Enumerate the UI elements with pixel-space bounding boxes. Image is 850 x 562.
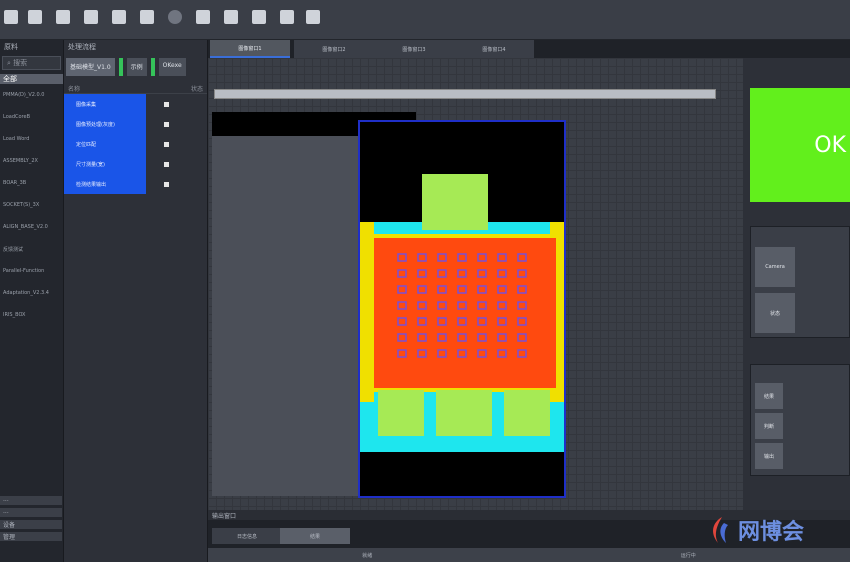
sidebar-item[interactable]: ALIGN_BASE_V2.0 [0,216,63,238]
tab-image-3[interactable]: 图像窗口3 [374,40,454,58]
sidebar-item[interactable]: LoadCoreB [0,106,63,128]
process-tabs: 基础模型_V1.0 示例 OKexe [66,58,205,76]
ok-result-indicator: OK [750,88,850,202]
process-row[interactable]: 图像采集 [64,94,207,114]
top-pad [422,174,488,230]
tab-image-2[interactable]: 图像窗口2 [294,40,374,58]
output-table: 结果 判断 输出 [750,364,850,476]
output-cell[interactable]: 输出 [755,443,783,469]
circle-icon[interactable] [168,10,182,24]
grid-icon[interactable] [196,10,210,24]
status-indicator [118,58,123,76]
image-gray-region [212,136,358,496]
tab-example[interactable]: 示例 [126,58,147,76]
process-row[interactable]: 尺寸测量(宽) [64,154,207,174]
checkbox[interactable] [164,101,169,107]
process-row-label: 图像预处理(灰度) [64,114,146,134]
upload-icon[interactable] [112,10,126,24]
process-panel-title: 处理流程 [68,43,96,51]
board-drawing [360,174,564,452]
sidebar-bottom-item[interactable]: 管理 [0,532,62,542]
status-cell[interactable]: 状态 [755,293,795,333]
sidebar-left-title: 原料 [4,43,18,51]
watermark-logo-icon [713,517,728,543]
status-indicator [150,58,155,76]
sidebar-item[interactable]: PMMA(D)_V2.0.0 [0,84,63,106]
judge-cell[interactable]: 判断 [755,413,783,439]
sidebar-item[interactable]: 反馈测试 [0,238,63,260]
tab-log[interactable]: 日志信息 [212,528,282,544]
search-placeholder: 搜索 [13,59,28,67]
checkbox[interactable] [164,181,169,187]
checkbox[interactable] [164,121,169,127]
bottom-pad-left [378,390,424,436]
sidebar-item[interactable]: ASSEMBLY_2X [0,150,63,172]
bottom-pad-middle [436,390,492,436]
sidebar-bottom-item[interactable]: ... [0,496,62,506]
tab-result[interactable]: 结果 [280,528,350,544]
main-toolbar [0,0,850,40]
process-row[interactable]: 检测结果输出 [64,174,207,194]
process-row-label: 检测结果输出 [64,174,146,194]
camera-cell[interactable]: Camera [755,247,795,287]
zoom-in-icon[interactable] [280,10,294,24]
folder-icon[interactable] [56,10,70,24]
watermark-text: 网博会 [738,520,805,545]
checkbox[interactable] [164,161,169,167]
sidebar-item[interactable]: IRIS_BOX [0,304,63,326]
horizontal-scrollbar[interactable] [214,89,716,99]
sidebar-bottom-item[interactable]: ... [0,508,62,518]
sidebar-item[interactable]: Adaptation_V2.3.4 [0,282,63,304]
result-cell[interactable]: 结果 [755,383,783,409]
process-row-label: 尺寸测量(宽) [64,154,146,174]
header-status: 状态 [190,86,203,93]
search-input[interactable]: ⌕ 搜索 [2,56,61,70]
move-icon[interactable] [252,10,266,24]
sidebar-selected-item[interactable]: 全部 [0,74,63,84]
tab-model[interactable]: 基础模型_V1.0 [66,58,115,76]
process-row[interactable]: 图像预处理(灰度) [64,114,207,134]
process-row-label: 图像采集 [64,94,146,114]
sidebar-item[interactable]: BOAR_3B [0,172,63,194]
save-icon[interactable] [4,10,18,24]
inspection-image [358,120,566,498]
camera-table: Camera 状态 [750,226,850,338]
tab-okexe[interactable]: OKexe [158,58,186,76]
process-list-header: 名称 状态 [64,82,207,94]
tab-image-1[interactable]: 图像窗口1 [210,40,290,58]
process-panel: 处理流程 基础模型_V1.0 示例 OKexe 名称 状态 图像采集 图像预处理… [64,40,208,562]
status-bar: 就绪 运行中 [208,548,850,562]
stack-icon[interactable] [224,10,238,24]
process-row[interactable]: 定位匹配 [64,134,207,154]
sidebar-item[interactable]: SOCKET(S)_3X [0,194,63,216]
process-row-label: 定位匹配 [64,134,146,154]
header-name: 名称 [68,86,81,93]
download-icon[interactable] [140,10,154,24]
image-tabs: 图像窗口1 图像窗口2 图像窗口3 图像窗口4 [208,40,850,58]
sidebar-bottom-item[interactable]: 设备 [0,520,62,530]
sidebar-item[interactable]: Parallel-Function [0,260,63,282]
zoom-out-icon[interactable] [306,10,320,24]
watermark: 网博会 [706,512,846,548]
device-icon[interactable] [84,10,98,24]
sidebar-item[interactable]: Load Word [0,128,63,150]
status-left: 就绪 [362,552,373,559]
status-right: 运行中 [680,552,696,559]
bottom-pad-right [504,390,550,436]
tab-image-4[interactable]: 图像窗口4 [454,40,534,58]
checkbox[interactable] [164,141,169,147]
sidebar-left: 原料 ⌕ 搜索 全部 PMMA(D)_V2.0.0 LoadCoreB Load… [0,40,64,562]
open-icon[interactable] [28,10,42,24]
